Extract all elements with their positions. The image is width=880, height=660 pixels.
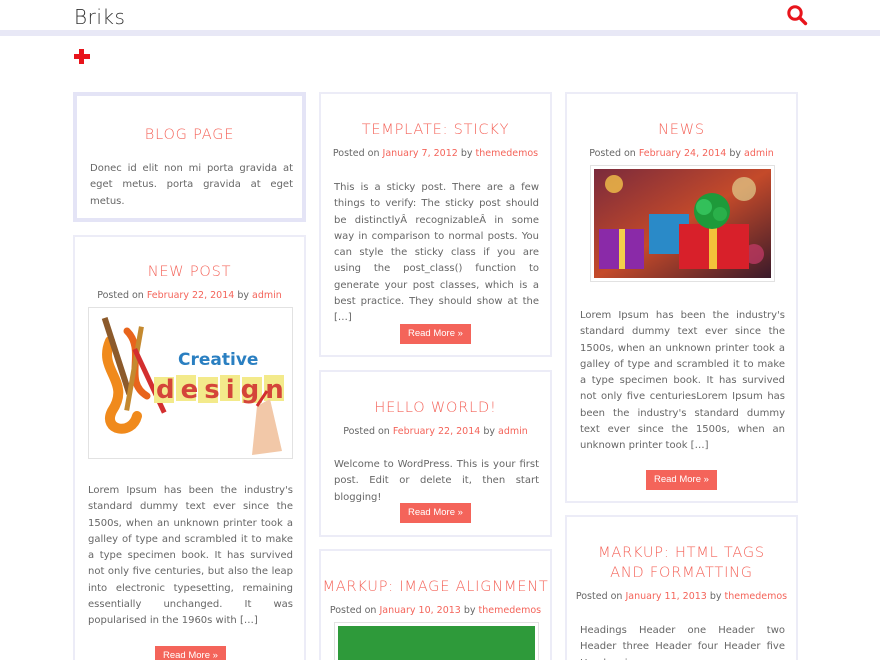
author-link[interactable]: themedemos [725, 591, 788, 602]
author-link[interactable]: themedemos [476, 148, 539, 159]
post-title[interactable]: MARKUP: HTML TAGS AND FORMATTING [567, 543, 796, 583]
svg-text:Creative: Creative [178, 350, 258, 370]
post-card-template-sticky: TEMPLATE: STICKY Posted on January 7, 20… [319, 92, 552, 357]
by-label: by [709, 591, 722, 602]
post-excerpt: Donec id elit non mi porta gravida at eg… [90, 163, 293, 207]
by-label: by [237, 290, 249, 301]
post-excerpt: Headings Header one Header two Header th… [580, 625, 785, 660]
read-more-button[interactable]: Read More » [646, 470, 717, 490]
post-meta: Posted on January 7, 2012 by themedemos [321, 148, 550, 159]
post-card-new-post: NEW POST Posted on February 22, 2014 by … [73, 235, 306, 660]
posted-on-label: Posted on [343, 426, 390, 437]
post-meta: Posted on February 24, 2014 by admin [567, 148, 796, 159]
posted-on-label: Posted on [575, 591, 623, 602]
post-meta: Posted on January 11, 2013 by themedemos [567, 591, 796, 602]
by-label: by [463, 605, 476, 616]
search-button[interactable] [786, 4, 808, 26]
post-thumbnail[interactable] [334, 622, 539, 660]
post-date-link[interactable]: February 22, 2014 [147, 290, 234, 301]
post-thumbnail[interactable] [590, 165, 775, 282]
post-excerpt: Welcome to WordPress. This is your first… [334, 459, 539, 503]
read-more-button[interactable]: Read More » [155, 646, 226, 660]
author-link[interactable]: themedemos [479, 605, 542, 616]
green-image [338, 626, 535, 660]
read-more-button[interactable]: Read More » [400, 324, 471, 344]
post-title[interactable]: MARKUP: IMAGE ALIGNMENT [321, 577, 550, 597]
site-title[interactable]: Briks [74, 5, 125, 29]
post-card-hello-world: HELLO WORLD! Posted on February 22, 2014… [319, 370, 552, 537]
posted-on-label: Posted on [332, 148, 380, 159]
post-date-link[interactable]: February 22, 2014 [393, 426, 480, 437]
post-title[interactable]: BLOG PAGE [77, 125, 302, 145]
post-card-news: NEWS Posted on February 24, 2014 by admi… [565, 92, 798, 503]
post-title[interactable]: NEWS [567, 120, 796, 140]
post-title[interactable]: NEW POST [75, 262, 304, 282]
read-more-button[interactable]: Read More » [400, 503, 471, 523]
creative-design-image: Creative design [92, 311, 289, 455]
by-label: by [460, 148, 473, 159]
post-meta: Posted on February 22, 2014 by admin [75, 290, 304, 301]
post-excerpt: Lorem Ipsum has been the industry's stan… [580, 310, 785, 452]
post-card-blog-page: BLOG PAGE Donec id elit non mi porta gra… [73, 92, 306, 222]
post-excerpt: Lorem Ipsum has been the industry's stan… [88, 485, 293, 627]
post-meta: Posted on January 10, 2013 by themedemos [321, 605, 550, 616]
post-title[interactable]: HELLO WORLD! [321, 398, 550, 418]
post-meta: Posted on February 22, 2014 by admin [321, 426, 550, 437]
posted-on-label: Posted on [589, 148, 636, 159]
post-excerpt: This is a sticky post. There are a few t… [334, 182, 539, 324]
plus-icon [74, 49, 90, 64]
post-date-link[interactable]: January 7, 2012 [383, 148, 458, 159]
menu-toggle-button[interactable] [73, 48, 91, 66]
post-card-image-alignment: MARKUP: IMAGE ALIGNMENT Posted on Januar… [319, 549, 552, 660]
posted-on-label: Posted on [329, 605, 377, 616]
author-link[interactable]: admin [252, 290, 282, 301]
author-link[interactable]: admin [744, 148, 774, 159]
post-title[interactable]: TEMPLATE: STICKY [321, 120, 550, 140]
gifts-image [594, 169, 771, 278]
posted-on-label: Posted on [97, 290, 144, 301]
search-icon [787, 5, 808, 26]
post-card-html-tags: MARKUP: HTML TAGS AND FORMATTING Posted … [565, 515, 798, 660]
post-date-link[interactable]: January 11, 2013 [625, 591, 706, 602]
post-date-link[interactable]: February 24, 2014 [639, 148, 726, 159]
top-bar [0, 0, 880, 32]
post-thumbnail[interactable]: Creative design [88, 307, 293, 459]
by-label: by [729, 148, 741, 159]
author-link[interactable]: admin [498, 426, 528, 437]
by-label: by [483, 426, 495, 437]
header-divider [0, 30, 880, 36]
post-date-link[interactable]: January 10, 2013 [379, 605, 460, 616]
